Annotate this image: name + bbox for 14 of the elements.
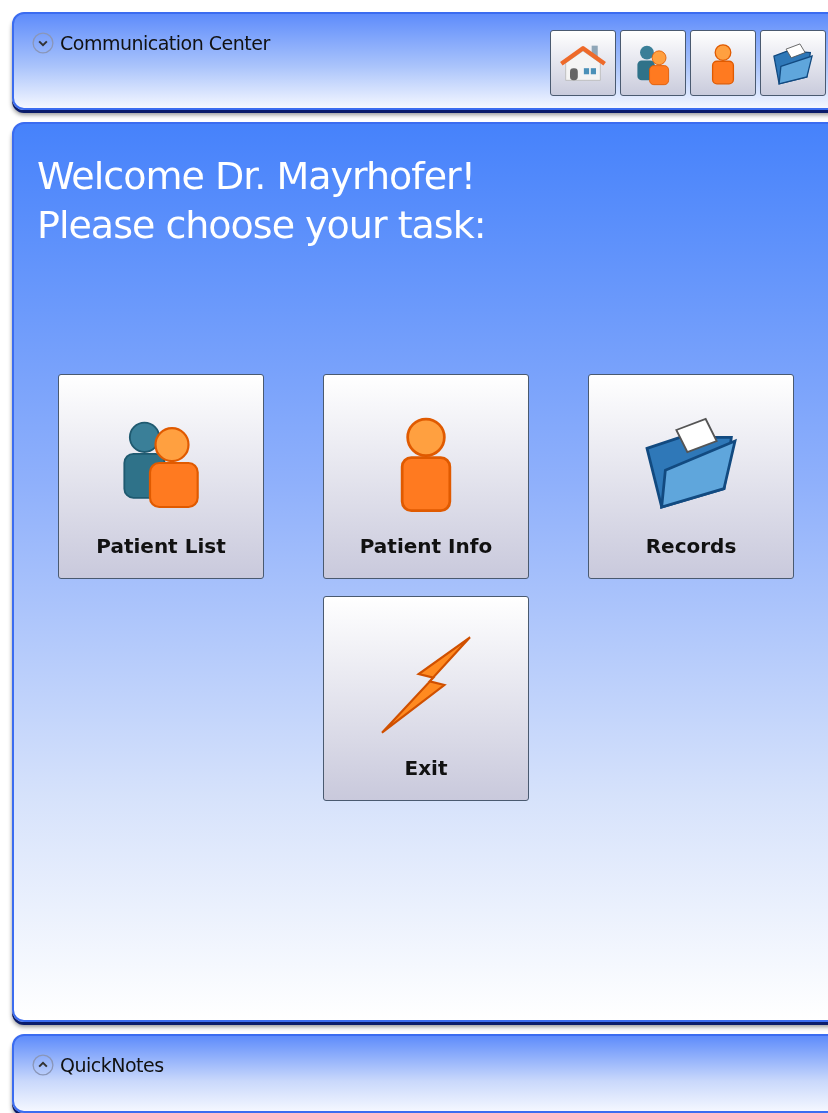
panel-title: Communication Center — [60, 32, 270, 54]
welcome-heading: Welcome Dr. Mayrhofer! — [37, 153, 475, 201]
task-button[interactable]: Exit — [323, 596, 529, 802]
chevron-icon[interactable] — [32, 1054, 54, 1077]
task-prompt: Please choose your task: — [37, 202, 486, 250]
toolbar-button[interactable] — [620, 30, 686, 96]
chevron-icon[interactable] — [32, 32, 54, 54]
toolbar-button[interactable] — [690, 30, 756, 96]
toolbar-button[interactable] — [760, 30, 826, 96]
task-button[interactable]: Records — [588, 374, 794, 580]
panel-title: QuickNotes — [60, 1054, 164, 1077]
task-button[interactable]: Patient List — [58, 374, 264, 580]
task-button[interactable]: Patient Info — [323, 374, 529, 580]
toolbar-button[interactable] — [550, 30, 616, 96]
